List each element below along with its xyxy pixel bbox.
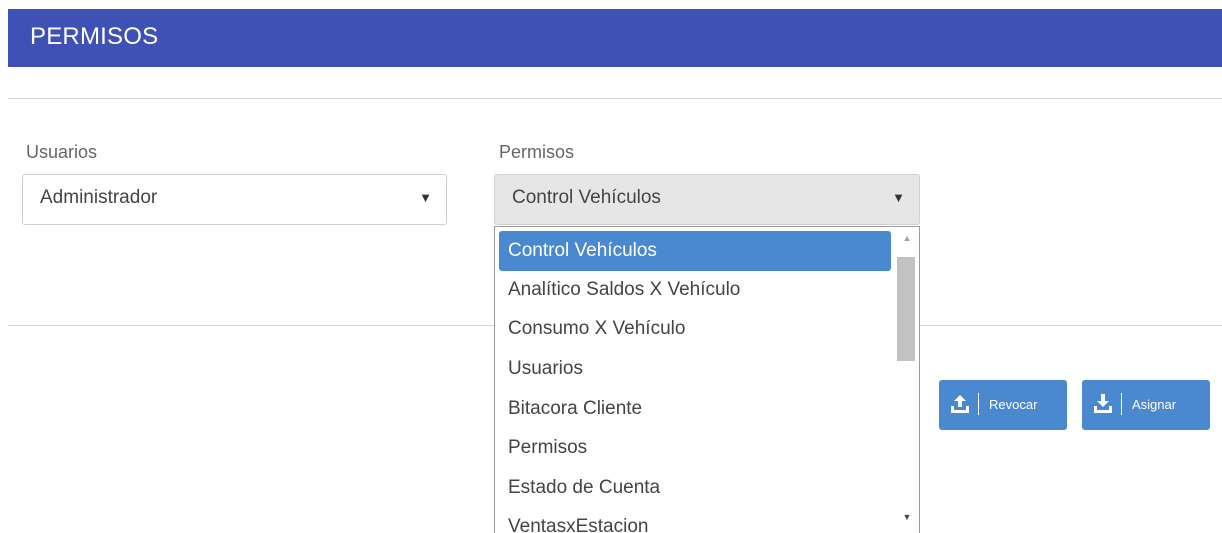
dropdown-scrollbar[interactable]: ▲ ▼ [895, 227, 919, 533]
permisos-selected-value: Control Vehículos [512, 187, 661, 208]
dropdown-option[interactable]: VentasxEstacion [499, 507, 891, 533]
download-icon [1094, 394, 1112, 413]
permisos-dropdown-list[interactable]: Control Vehículos Analítico Saldos X Veh… [494, 226, 920, 533]
scroll-up-arrow-icon[interactable]: ▲ [895, 233, 919, 255]
divider-top [8, 98, 1222, 99]
dropdown-option[interactable]: Control Vehículos [499, 231, 891, 271]
usuarios-select[interactable]: Administrador ▼ [22, 174, 447, 225]
upload-icon [951, 395, 969, 413]
dropdown-option[interactable]: Analítico Saldos X Vehículo [499, 270, 891, 310]
page-header: PERMISOS [8, 9, 1222, 67]
revocar-label: Revocar [989, 397, 1038, 412]
page-title: PERMISOS [30, 23, 159, 50]
dropdown-option[interactable]: Usuarios [499, 349, 891, 389]
permisos-label: Permisos [499, 142, 575, 162]
permisos-select[interactable]: Control Vehículos ▼ [494, 174, 920, 225]
button-separator [1121, 393, 1122, 415]
caret-down-icon: ▼ [419, 190, 432, 205]
scroll-down-arrow-icon[interactable]: ▼ [895, 512, 919, 533]
usuarios-label: Usuarios [26, 142, 98, 162]
usuarios-selected-value: Administrador [40, 187, 158, 208]
revocar-button[interactable]: Revocar [939, 380, 1067, 430]
dropdown-option[interactable]: Estado de Cuenta [499, 468, 891, 508]
asignar-button[interactable]: Asignar [1082, 380, 1210, 430]
dropdown-option[interactable]: Bitacora Cliente [499, 389, 891, 429]
dropdown-option[interactable]: Consumo X Vehículo [499, 309, 891, 349]
scroll-thumb[interactable] [897, 257, 915, 361]
button-separator [978, 393, 979, 415]
dropdown-option[interactable]: Permisos [499, 428, 891, 468]
caret-down-icon: ▼ [892, 190, 905, 205]
asignar-label: Asignar [1132, 397, 1177, 412]
